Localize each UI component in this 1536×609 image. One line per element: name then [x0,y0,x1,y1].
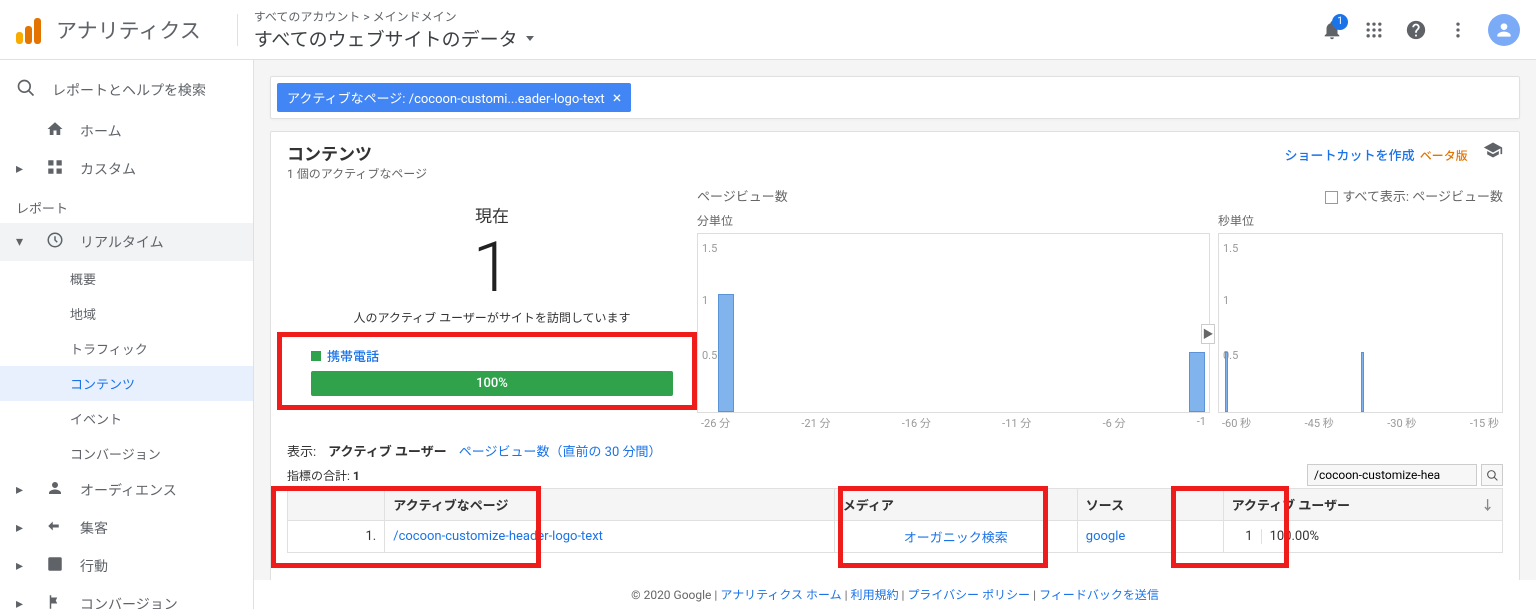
user-avatar[interactable] [1488,14,1520,46]
person-icon [46,479,64,501]
footer-link-home[interactable]: アナリティクス ホーム [720,588,841,602]
behavior-icon [46,555,64,577]
sidebar-search[interactable]: レポートとヘルプを検索 [0,68,253,112]
pageviews-title: ページビュー数 [697,186,788,205]
sidebar-item-realtime[interactable]: ▾ リアルタイム [0,223,253,261]
minutes-label: 分単位 [697,212,1210,229]
notifications-icon[interactable]: 1 [1320,18,1344,42]
minutes-chart: 1.5 1 0.5 ▶ [697,233,1210,413]
education-icon[interactable] [1483,149,1503,164]
create-shortcut-link[interactable]: ショートカットを作成 [1285,149,1415,164]
sidebar-sub-traffic[interactable]: トラフィック [0,331,253,366]
sidebar-item-conversions[interactable]: ▸ コンバージョン [0,585,253,609]
analytics-logo-icon [16,16,44,44]
chevron-down-icon: ▾ [16,234,30,250]
active-users-count: 1 [287,233,697,303]
acquisition-icon [46,517,64,539]
help-icon[interactable] [1404,18,1428,42]
sidebar: レポートとヘルプを検索 ホーム ▸ カスタム レポート ▾ リアルタイム 概要 … [0,60,254,609]
filter-chip[interactable]: アクティブなページ: /cocoon-customi...eader-logo-… [277,83,631,112]
home-icon [46,120,64,142]
footer: © 2020 Google | アナリティクス ホーム | 利用規約 | プライ… [254,580,1536,609]
more-icon[interactable] [1446,18,1470,42]
sidebar-item-custom[interactable]: ▸ カスタム [0,150,253,188]
table-search-button[interactable] [1481,464,1503,486]
chevron-right-icon: ▸ [16,596,30,609]
media-link[interactable]: オーガニック検索 [834,521,1077,553]
chevron-down-icon [526,36,534,41]
page-subtitle: 1 個のアクティブなページ [287,165,427,182]
show-all-checkbox[interactable] [1325,191,1338,204]
filter-bar: アクティブなページ: /cocoon-customi...eader-logo-… [270,76,1520,119]
chart-nav-right[interactable]: ▶ [1201,324,1215,344]
sort-desc-icon: ↓ [1481,495,1494,514]
footer-link-privacy[interactable]: プライバシー ポリシー [907,588,1030,602]
notification-badge: 1 [1332,14,1348,30]
flag-icon [46,593,64,609]
active-users-desc: 人のアクティブ ユーザーがサイトを訪問しています [287,309,697,326]
device-label: 携帯電話 [327,346,379,365]
dashboard-icon [46,158,64,180]
now-label: 現在 [287,202,697,227]
device-bar: 100% [311,371,673,396]
breadcrumb-path: すべてのアカウント > メインドメイン [254,8,1320,25]
seconds-chart: 1.5 1 0.5 [1218,233,1503,413]
sidebar-item-home[interactable]: ホーム [0,112,253,150]
app-name: アナリティクス [56,15,201,45]
chevron-right-icon: ▸ [16,161,30,177]
tab-active-users[interactable]: アクティブ ユーザー [328,441,447,460]
th-source[interactable]: ソース [1077,489,1223,521]
th-active-users[interactable]: アクティブ ユーザー↓ [1223,489,1502,521]
sidebar-item-behavior[interactable]: ▸ 行動 [0,547,253,585]
page-link[interactable]: /cocoon-customize-header-logo-text [385,521,835,553]
seconds-label: 秒単位 [1218,212,1503,229]
search-icon [16,78,36,102]
device-breakdown: 携帯電話 100% [287,334,697,408]
sidebar-sub-locations[interactable]: 地域 [0,296,253,331]
sidebar-search-label: レポートとヘルプを検索 [52,80,206,100]
sidebar-sub-overview[interactable]: 概要 [0,261,253,296]
active-users-panel: 現在 1 人のアクティブ ユーザーがサイトを訪問しています 携帯電話 100% [287,190,697,433]
pageviews-charts: ページビュー数 すべて表示: ページビュー数 分単位 1.5 1 0.5 ▶ [697,190,1503,433]
show-all-label: すべて表示: ページビュー数 [1342,190,1503,205]
footer-link-terms[interactable]: 利用規約 [851,588,899,602]
sidebar-sub-events[interactable]: イベント [0,401,253,436]
source-link[interactable]: google [1077,521,1223,553]
breadcrumb-view[interactable]: すべてのウェブサイトのデータ [254,25,1320,52]
tab-pageviews-30min[interactable]: ページビュー数（直前の 30 分間） [459,441,662,460]
beta-label: ベータ版 [1420,149,1468,163]
sidebar-sub-conversions[interactable]: コンバージョン [0,436,253,471]
apps-icon[interactable] [1362,18,1386,42]
sidebar-item-audience[interactable]: ▸ オーディエンス [0,471,253,509]
logo-area[interactable]: アナリティクス [16,15,201,45]
th-media[interactable]: メディア [834,489,1077,521]
sidebar-reports-label: レポート [0,188,253,223]
metric-total: 指標の合計: 1 [287,467,360,484]
table-search-input[interactable] [1307,464,1477,486]
clock-icon [46,231,64,253]
breadcrumb[interactable]: すべてのアカウント > メインドメイン すべてのウェブサイトのデータ [254,8,1320,52]
app-header: アナリティクス すべてのアカウント > メインドメイン すべてのウェブサイトのデ… [0,0,1536,60]
main-content: アクティブなページ: /cocoon-customi...eader-logo-… [254,60,1536,609]
content-table: アクティブなページ メディア ソース アクティブ ユーザー↓ 1. /cocoo… [287,488,1503,553]
chevron-right-icon: ▸ [16,482,30,498]
sidebar-item-acquisition[interactable]: ▸ 集客 [0,509,253,547]
chevron-right-icon: ▸ [16,520,30,536]
th-active-page[interactable]: アクティブなページ [385,489,835,521]
sidebar-sub-content[interactable]: コンテンツ [0,366,253,401]
realtime-content-card: コンテンツ 1 個のアクティブなページ ショートカットを作成 ベータ版 現在 1… [270,131,1520,609]
chevron-right-icon: ▸ [16,558,30,574]
footer-link-feedback[interactable]: フィードバックを送信 [1039,588,1159,602]
page-title: コンテンツ [287,140,427,165]
table-row[interactable]: 1. /cocoon-customize-header-logo-text オー… [288,521,1503,553]
legend-square-icon [311,351,321,361]
close-icon[interactable]: × [613,88,622,107]
metric-tabs: 表示: アクティブ ユーザー ページビュー数（直前の 30 分間） [287,441,1503,460]
